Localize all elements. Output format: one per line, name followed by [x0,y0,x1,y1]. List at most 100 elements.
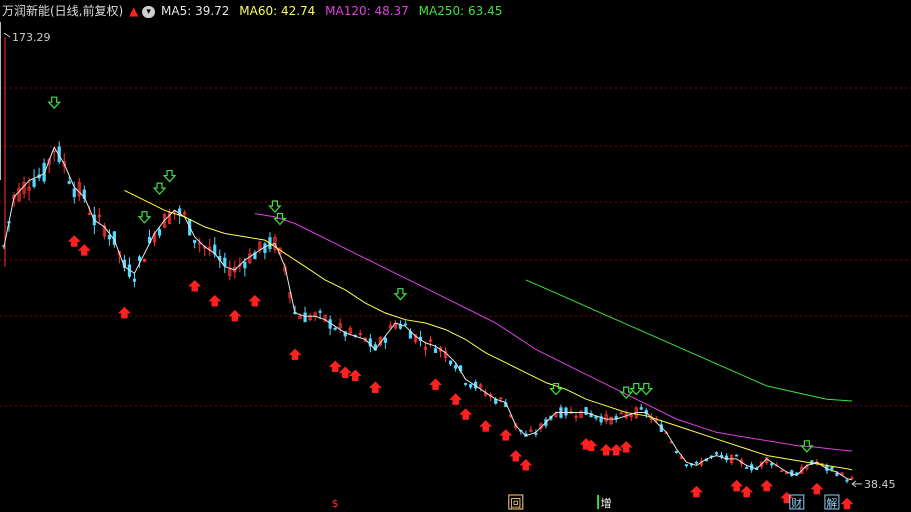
candle [599,413,603,426]
buy-signal-arrow [428,378,443,390]
candle [358,329,362,339]
buy-signal-arrow [228,309,242,322]
buy-signal-arrow [188,279,202,292]
ma-line-ma5 [3,146,853,481]
bottom-marker[interactable]: $ [332,497,339,510]
svg-text:增: 增 [601,496,612,510]
svg-text:173.29: 173.29 [12,31,51,44]
bottom-marker[interactable]: 增 [597,495,612,510]
candle [448,360,453,367]
candle [499,396,503,403]
bottom-marker[interactable]: 财 [789,494,805,510]
bottom-marker[interactable]: 解 [824,494,840,510]
candle [464,382,468,387]
bottom-marker[interactable]: 回 [508,494,524,510]
candle [198,237,202,253]
buy-signal-arrow [740,485,754,498]
kline-chart[interactable]: 173.29 38.45 $ 回 增 财 解 [0,0,911,512]
sell-signal-arrow [549,382,563,396]
up-arrow-icon[interactable]: ▲ [127,0,140,22]
sell-signal-arrow [162,169,177,183]
candle [393,320,397,331]
buy-signal-arrow [509,449,523,462]
candle [780,469,784,473]
candle [57,141,61,165]
candle [308,313,312,322]
buy-signal-arrow [499,429,513,441]
candle [268,232,272,253]
candle [604,410,608,425]
svg-text:解: 解 [826,496,837,510]
svg-text:财: 财 [791,496,802,510]
buy-signal-arrow [609,443,623,456]
buy-signal-arrow [519,458,533,471]
buy-signal-arrow [619,440,633,453]
buy-signal-arrow [288,348,302,361]
sell-signal-arrow [393,288,408,301]
ma120-value: MA120: 48.37 [325,4,409,18]
candle [423,341,428,357]
sell-signal-arrow [152,182,167,195]
candle [729,454,734,466]
sell-signal-arrow [639,382,654,396]
buy-signal-arrow [448,393,463,405]
buy-signal-arrow [338,366,352,379]
svg-text:$: $ [332,497,339,510]
ma5-value: MA5: 39.72 [161,4,230,18]
candle [132,273,137,288]
candle [719,451,724,460]
candle [323,314,327,323]
buy-signal-arrow [248,294,262,307]
candle [438,345,443,358]
candle [223,252,227,273]
ma60-value: MA60: 42.74 [239,4,316,18]
ma250-value: MA250: 63.45 [418,4,503,18]
candle [684,464,689,468]
candle [97,208,101,223]
candle [584,407,588,415]
candle [157,227,162,239]
buy-signal-arrow [689,485,704,498]
buy-signal-arrow [459,408,473,420]
price-labels: 173.29 38.45 [3,31,896,491]
buy-signal-arrow [67,235,81,247]
candle [102,222,106,240]
candle [694,460,699,465]
candle [765,456,769,466]
candle [142,258,147,263]
signal-arrows [47,96,854,510]
chart-header: 万润新能(日线,前复权) ▲ ▾ MA5: 39.72 MA60: 42.74 MA… [0,0,911,22]
moving-average-lines [3,146,853,481]
candle [428,336,433,348]
candle [579,410,583,419]
sell-signal-arrow [629,382,644,396]
ma-line-ma250 [525,279,853,402]
candle [534,429,538,438]
buy-signal-arrow [348,369,362,381]
price-min-label: 38.45 [851,478,896,491]
buy-signal-arrow [810,482,824,495]
svg-text:38.45: 38.45 [864,478,896,491]
candle [559,404,563,419]
candle [724,453,729,463]
candle [529,425,533,433]
buy-signal-arrow [328,360,342,373]
candle [609,416,613,426]
candle [388,321,392,329]
svg-text:回: 回 [510,497,521,510]
bottom-markers[interactable]: $ 回 增 财 解 [332,494,840,510]
candle [469,384,473,390]
buy-signal-arrow [760,479,774,492]
candle [443,347,448,362]
candle [52,149,56,162]
chevron-down-icon[interactable]: ▾ [142,6,156,18]
buy-signal-arrow [368,381,382,393]
candle [193,240,197,249]
candle [258,241,262,254]
candle [208,238,212,257]
candle [403,320,408,326]
candle [173,210,177,220]
buy-signal-arrow [729,479,744,492]
candle [850,475,854,480]
candle [228,260,232,281]
